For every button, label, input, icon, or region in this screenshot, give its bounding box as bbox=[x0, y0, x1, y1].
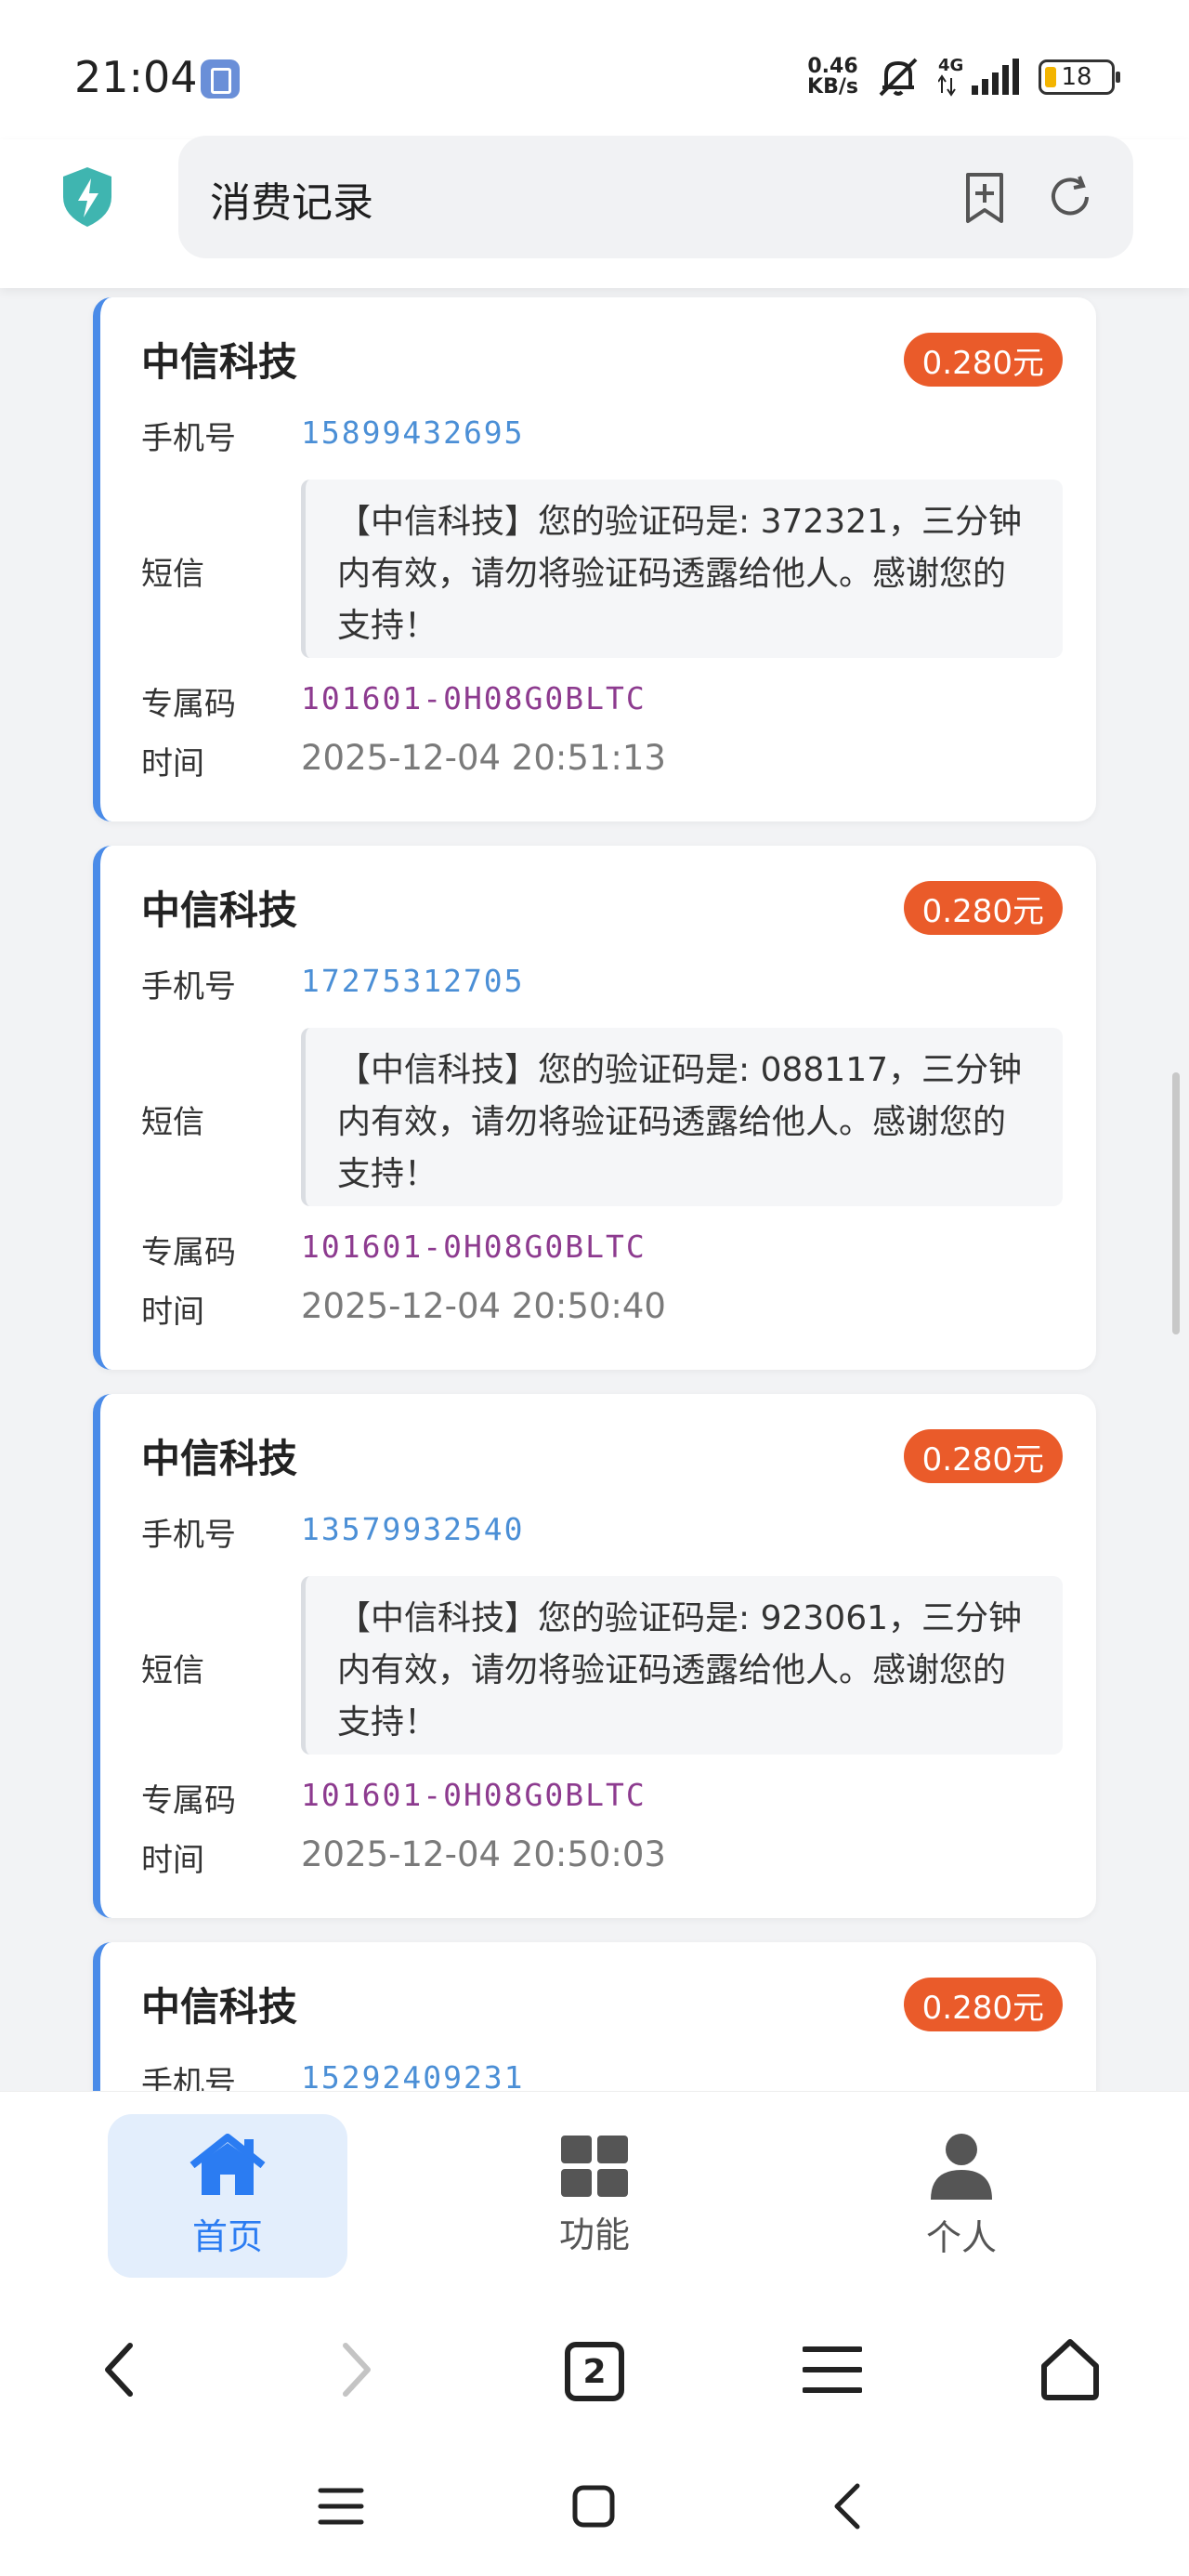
notification-app-icon bbox=[201, 59, 240, 99]
record-time: 2025-12-04 20:50:40 bbox=[301, 1286, 666, 1326]
menu-button[interactable] bbox=[795, 2334, 869, 2409]
company-name: 中信科技 bbox=[141, 1436, 298, 1481]
tab-count: 2 bbox=[565, 2342, 624, 2401]
phone-number[interactable]: 17275312705 bbox=[301, 963, 525, 999]
back-button[interactable] bbox=[82, 2334, 156, 2409]
time-label: 时间 bbox=[141, 1842, 204, 1879]
phone-label: 手机号 bbox=[141, 1517, 236, 1554]
recents-icon bbox=[318, 2486, 364, 2530]
status-time: 21:04 bbox=[74, 52, 198, 102]
record-list[interactable]: 中信科技 0.280元 手机号 15899432695 短信 【中信科技】您的验… bbox=[0, 288, 1189, 2091]
phone-number[interactable]: 15899432695 bbox=[301, 414, 525, 451]
page-title: 消费记录 bbox=[210, 179, 373, 227]
company-name: 中信科技 bbox=[141, 339, 298, 385]
recents-button[interactable] bbox=[308, 2476, 373, 2541]
nav-profile-label: 个人 bbox=[925, 2216, 997, 2258]
nav-home[interactable]: 首页 bbox=[108, 2114, 347, 2278]
price-badge: 0.280元 bbox=[903, 1429, 1063, 1483]
battery-indicator: 18 bbox=[1039, 59, 1120, 95]
phone-label: 手机号 bbox=[141, 968, 236, 1005]
phone-number[interactable]: 15292409231 bbox=[301, 2059, 525, 2091]
time-label: 时间 bbox=[141, 745, 204, 782]
record-card[interactable]: 中信科技 0.280元 手机号 13579932540 短信 【中信科技】您的验… bbox=[93, 1394, 1096, 1918]
home-icon bbox=[189, 2133, 267, 2202]
forward-button[interactable] bbox=[320, 2334, 394, 2409]
bottom-nav: 首页 功能 个人 bbox=[0, 2091, 1189, 2301]
nav-home-label: 首页 bbox=[191, 2215, 263, 2257]
back-system-button[interactable] bbox=[814, 2476, 879, 2541]
address-bar[interactable]: 消费记录 bbox=[178, 136, 1133, 258]
signal-icon: 4G bbox=[938, 56, 1022, 99]
person-icon bbox=[931, 2133, 992, 2203]
home-system-button[interactable] bbox=[561, 2476, 626, 2541]
net-speed-value: 0.46 bbox=[807, 55, 858, 78]
price-badge: 0.280元 bbox=[903, 881, 1063, 935]
net-speed-unit: KB/s bbox=[807, 75, 858, 99]
chevron-right-icon bbox=[338, 2340, 375, 2403]
bookmark-add-icon[interactable] bbox=[957, 169, 1013, 229]
record-card[interactable]: 中信科技 0.280元 手机号 15899432695 短信 【中信科技】您的验… bbox=[93, 297, 1096, 821]
system-nav bbox=[0, 2440, 1189, 2576]
sms-label: 短信 bbox=[141, 1104, 204, 1141]
sms-content: 【中信科技】您的验证码是: 372321，三分钟内有效，请勿将验证码透露给他人。… bbox=[301, 480, 1063, 658]
bell-mute-icon bbox=[875, 56, 921, 99]
phone-number[interactable]: 13579932540 bbox=[301, 1511, 525, 1547]
code-label: 专属码 bbox=[141, 686, 236, 723]
record-time: 2025-12-04 20:51:13 bbox=[301, 738, 666, 778]
back-arrow-icon bbox=[830, 2482, 863, 2534]
exclusive-code: 101601-0H08G0BLTC bbox=[301, 1777, 647, 1813]
price-badge: 0.280元 bbox=[903, 333, 1063, 387]
hamburger-icon bbox=[802, 2344, 863, 2399]
exclusive-code: 101601-0H08G0BLTC bbox=[301, 680, 647, 716]
grid-icon bbox=[561, 2135, 628, 2201]
phone-label: 手机号 bbox=[141, 2065, 236, 2091]
tabs-button[interactable]: 2 bbox=[557, 2334, 632, 2409]
nav-profile[interactable]: 个人 bbox=[842, 2114, 1081, 2278]
nav-features-label: 功能 bbox=[558, 2214, 630, 2255]
price-badge: 0.280元 bbox=[903, 1978, 1063, 2031]
house-outline-icon bbox=[1037, 2336, 1104, 2407]
net-speed: 0.46 KB/s bbox=[807, 57, 858, 98]
square-icon bbox=[571, 2484, 616, 2532]
sms-content: 【中信科技】您的验证码是: 923061，三分钟内有效，请勿将验证码透露给他人。… bbox=[301, 1576, 1063, 1755]
chevron-left-icon bbox=[100, 2340, 137, 2403]
sms-content: 【中信科技】您的验证码是: 088117，三分钟内有效，请勿将验证码透露给他人。… bbox=[301, 1028, 1063, 1206]
code-label: 专属码 bbox=[141, 1782, 236, 1820]
sms-label: 短信 bbox=[141, 1652, 204, 1689]
status-indicators: 0.46 KB/s 4G 18 bbox=[807, 54, 1120, 100]
phone-label: 手机号 bbox=[141, 420, 236, 457]
svg-text:4G: 4G bbox=[938, 56, 963, 75]
exclusive-code: 101601-0H08G0BLTC bbox=[301, 1229, 647, 1265]
company-name: 中信科技 bbox=[141, 1984, 298, 2030]
time-label: 时间 bbox=[141, 1294, 204, 1331]
refresh-icon[interactable] bbox=[1042, 169, 1098, 229]
shield-icon[interactable] bbox=[59, 165, 115, 232]
nav-features[interactable]: 功能 bbox=[475, 2114, 714, 2278]
home-button[interactable] bbox=[1033, 2334, 1107, 2409]
record-card[interactable]: 中信科技 0.280元 手机号 15292409231 bbox=[93, 1942, 1096, 2091]
code-label: 专属码 bbox=[141, 1234, 236, 1271]
status-bar: 21:04 0.46 KB/s 4G 18 bbox=[0, 0, 1189, 139]
record-time: 2025-12-04 20:50:03 bbox=[301, 1834, 666, 1874]
scrollbar-thumb[interactable] bbox=[1172, 1072, 1180, 1334]
company-name: 中信科技 bbox=[141, 887, 298, 933]
sms-label: 短信 bbox=[141, 556, 204, 593]
browser-toolbar: 2 bbox=[0, 2301, 1189, 2440]
record-card[interactable]: 中信科技 0.280元 手机号 17275312705 短信 【中信科技】您的验… bbox=[93, 846, 1096, 1370]
